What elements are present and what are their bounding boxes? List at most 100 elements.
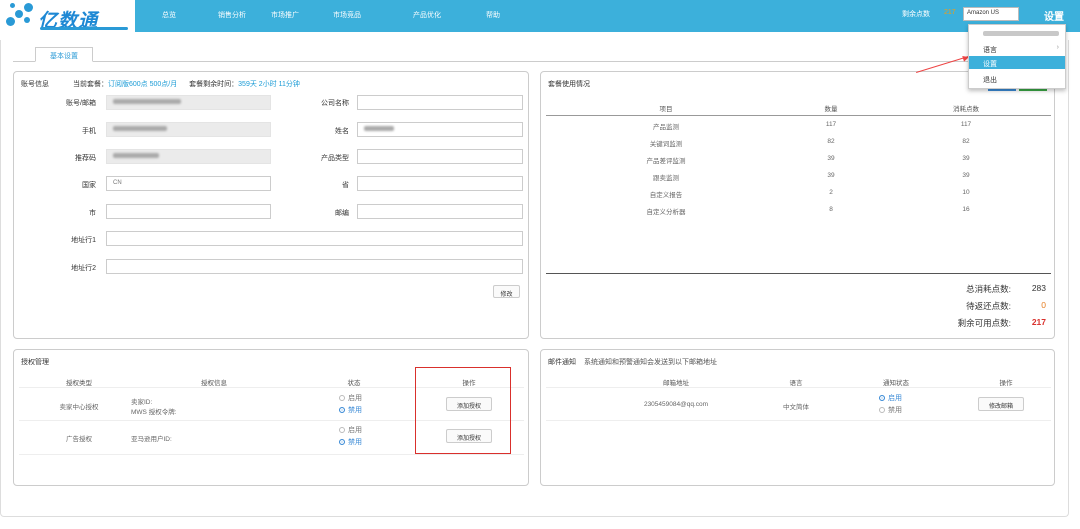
- auth-col-status: 状态: [347, 380, 361, 387]
- nav-overview[interactable]: 总览: [162, 10, 176, 20]
- nav-competitors[interactable]: 市场竞品: [333, 10, 361, 20]
- seller-enable-radio[interactable]: 启用: [339, 393, 362, 403]
- nav-help[interactable]: 帮助: [486, 10, 500, 20]
- settings-menu-button[interactable]: 设置: [1044, 8, 1064, 23]
- remaining-points-value: 217: [944, 9, 956, 16]
- usage-row-points: 117: [960, 121, 972, 128]
- usage-panel: 套餐使用情况 项目 数量 消耗点数 产品监测 117 117 关键词监测 82 …: [540, 71, 1055, 339]
- company-field[interactable]: [357, 95, 523, 110]
- product-type-field[interactable]: [357, 149, 523, 164]
- mail-disable-radio[interactable]: 禁用: [879, 405, 902, 415]
- address2-field[interactable]: [106, 259, 523, 274]
- highlight-annotation-box: [415, 367, 511, 454]
- state-field[interactable]: [357, 176, 523, 191]
- zip-field[interactable]: [357, 204, 523, 219]
- tab-bar: 基本设置: [13, 40, 1055, 62]
- plan-remaining-time: 359天 2小时 11分钟: [238, 81, 300, 88]
- nav-sales-analysis[interactable]: 销售分析: [218, 10, 246, 20]
- auth-col-info: 授权信息: [201, 380, 227, 387]
- mail-title: 邮件通知 系统通知和预警通知会发送到以下邮箱地址: [548, 359, 717, 366]
- auth-info-ads: 亚马逊用户ID:: [131, 436, 172, 443]
- state-label: 省: [342, 182, 349, 189]
- seller-auth-status: 启用 禁用: [339, 393, 362, 415]
- remaining-points-summary-value: 217: [1031, 317, 1046, 327]
- product-type-label: 产品类型: [321, 155, 349, 162]
- total-points-value: 283: [1031, 283, 1046, 293]
- usage-row-item: 关键词监测: [649, 141, 683, 148]
- mail-subtitle: 系统通知和预警通知会发送到以下邮箱地址: [583, 359, 717, 366]
- usage-row-points: 39: [962, 155, 970, 162]
- mail-notification-panel: 邮件通知 系统通知和预警通知会发送到以下邮箱地址 邮箱地址 语言 通知状态 操作…: [540, 349, 1055, 486]
- company-label: 公司名称: [321, 100, 349, 107]
- pending-points-label: 待返还点数:: [966, 301, 1011, 311]
- mail-col-action: 操作: [999, 380, 1013, 387]
- usage-row-item: 自定义分析器: [646, 209, 686, 216]
- menu-item-logout[interactable]: 退出: [969, 72, 1065, 85]
- zip-label: 邮编: [335, 210, 349, 217]
- menu-item-settings[interactable]: 设置: [969, 56, 1065, 69]
- mail-email-value: 2305459084@qq.com: [643, 401, 709, 408]
- usage-col-points: 消耗点数: [953, 106, 979, 113]
- ads-auth-status: 启用 禁用: [339, 425, 362, 447]
- auth-col-type: 授权类型: [66, 380, 92, 387]
- authorization-title: 授权管理: [21, 359, 49, 366]
- edit-email-button[interactable]: 修改邮箱: [978, 397, 1024, 411]
- usage-row-count: 82: [827, 138, 835, 145]
- address2-label: 地址行2: [71, 265, 96, 272]
- remaining-points-summary-label: 剩余可用点数:: [957, 318, 1011, 328]
- mail-status: 启用 禁用: [879, 393, 902, 415]
- phone-label: 手机: [82, 128, 96, 135]
- nav-marketing[interactable]: 市场推广: [271, 10, 299, 20]
- referral-label: 推荐码: [75, 155, 96, 162]
- usage-row-item: 产品监测: [653, 124, 679, 131]
- auth-info-seller: 卖家ID: MWS 授权令牌:: [131, 399, 177, 416]
- seller-disable-radio[interactable]: 禁用: [339, 405, 362, 415]
- chevron-right-icon: ›: [1056, 44, 1059, 51]
- total-points-label: 总消耗点数:: [966, 284, 1011, 294]
- email-field[interactable]: [106, 95, 271, 110]
- address1-field[interactable]: [106, 231, 523, 246]
- phone-field[interactable]: [106, 122, 271, 137]
- nav-product-optimization[interactable]: 产品优化: [413, 10, 441, 20]
- usage-row-count: 39: [827, 155, 835, 162]
- ads-disable-radio[interactable]: 禁用: [339, 437, 362, 447]
- mail-col-email: 邮箱地址: [663, 380, 689, 387]
- remaining-points-label: 剩余点数: [902, 11, 930, 18]
- account-info-title: 账号信息 当前套餐：订阅版600点 500点/月 套餐剩余时间：359天 2小时…: [21, 81, 300, 88]
- usage-col-item: 项目: [659, 106, 673, 113]
- save-account-button[interactable]: 修改: [493, 285, 520, 298]
- city-label: 市: [89, 210, 96, 217]
- ads-enable-radio[interactable]: 启用: [339, 425, 362, 435]
- address1-label: 地址行1: [71, 237, 96, 244]
- usage-row-points: 82: [962, 138, 970, 145]
- tab-basic-settings[interactable]: 基本设置: [35, 47, 93, 62]
- usage-row-count: 39: [827, 172, 835, 179]
- usage-row-count: 8: [829, 206, 833, 213]
- usage-row-item: 自定义报告: [649, 192, 683, 199]
- city-field[interactable]: [106, 204, 271, 219]
- name-label: 姓名: [335, 128, 349, 135]
- usage-row-points: 10: [962, 189, 970, 196]
- auth-type-ads: 广告授权: [66, 436, 92, 443]
- mail-enable-radio[interactable]: 启用: [879, 393, 902, 403]
- market-select[interactable]: Amazon US: [963, 7, 1019, 21]
- usage-row-points: 16: [962, 206, 970, 213]
- user-name-redacted: [983, 31, 1059, 36]
- pending-points-value: 0: [1041, 300, 1046, 310]
- usage-col-count: 数量: [824, 106, 838, 113]
- referral-field[interactable]: [106, 149, 271, 164]
- menu-item-language[interactable]: 语言 ›: [969, 42, 1065, 55]
- account-info-panel: 账号信息 当前套餐：订阅版600点 500点/月 套餐剩余时间：359天 2小时…: [13, 71, 529, 339]
- mail-col-language: 语言: [789, 380, 803, 387]
- usage-row-item: 产品差评监测: [646, 158, 686, 165]
- country-label: 国家: [82, 182, 96, 189]
- mail-language-value: 中文简体: [783, 404, 809, 411]
- plan-value: 订阅版600点 500点/月: [107, 81, 178, 88]
- logo[interactable]: 亿数通: [0, 0, 135, 32]
- auth-type-seller: 卖家中心授权: [59, 404, 99, 411]
- usage-row-points: 39: [962, 172, 970, 179]
- mail-col-status: 通知状态: [883, 380, 909, 387]
- usage-row-item: 跟卖监测: [653, 175, 679, 182]
- name-field[interactable]: [357, 122, 523, 137]
- country-field[interactable]: CN: [106, 176, 271, 191]
